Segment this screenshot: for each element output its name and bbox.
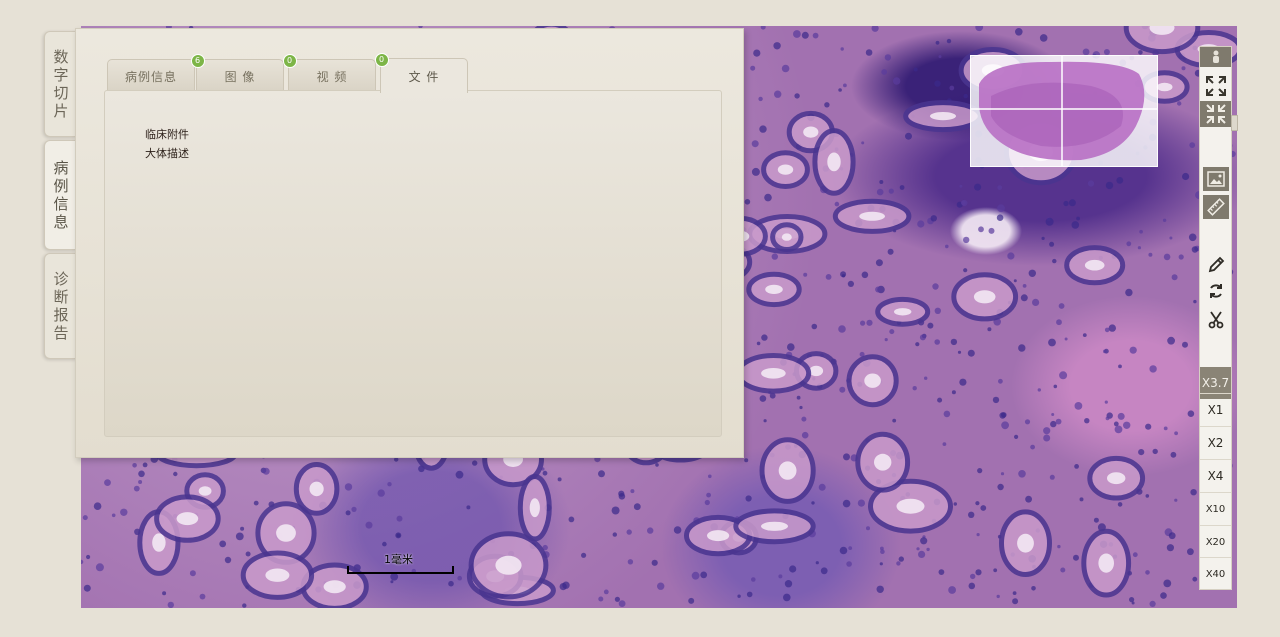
tab-files[interactable]: 0 文 件 (375, 53, 468, 93)
side-handle-icon[interactable] (1231, 115, 1238, 131)
tab-case-info-detail[interactable]: 病例信息 (107, 59, 195, 92)
ruler-icon[interactable] (1200, 194, 1231, 220)
files-content: 临床附件 大体描述 (104, 90, 722, 437)
tab-files-label: 文 件 (408, 69, 440, 84)
slide-thumbnail[interactable] (970, 55, 1158, 167)
tab-diagnosis-report[interactable]: 诊断报告 (44, 253, 77, 359)
viewer-toolbar: X3.7 X1 X2 X4 X10 X20 X40 (1199, 46, 1232, 590)
tab-case-info[interactable]: 病例信息 (44, 140, 77, 250)
zoom-x2-button[interactable]: X2 (1200, 426, 1231, 459)
file-gross-description[interactable]: 大体描述 (145, 145, 189, 161)
tab-videos[interactable]: 0 视 频 (283, 54, 376, 92)
scissors-icon[interactable] (1200, 307, 1231, 333)
case-info-panel: 病例信息 6 图 像 0 视 频 0 文 件 临床附件 大体描述 (75, 28, 744, 458)
collapse-icon[interactable] (1200, 101, 1231, 127)
tab-digital-slide[interactable]: 数字切片 (44, 31, 77, 137)
tab-case-info-label: 病例信息 (53, 159, 69, 231)
zoom-x40-button[interactable]: X40 (1200, 557, 1231, 590)
tab-images-label: 图 像 (224, 69, 256, 84)
zoom-x10-button[interactable]: X10 (1200, 492, 1231, 525)
zoom-x4-button[interactable]: X4 (1200, 459, 1231, 492)
zoom-x20-button[interactable]: X20 (1200, 525, 1231, 558)
person-icon[interactable] (1200, 47, 1231, 67)
zoom-x1-button[interactable]: X1 (1200, 393, 1231, 426)
images-count-badge: 6 (191, 54, 205, 68)
tab-diagnosis-report-label: 诊断报告 (53, 270, 69, 342)
files-count-badge: 0 (375, 53, 389, 67)
tab-digital-slide-label: 数字切片 (53, 48, 69, 120)
expand-icon[interactable] (1200, 73, 1231, 99)
file-clinical-attachment[interactable]: 临床附件 (145, 126, 189, 142)
scale-label: 1毫米 (384, 553, 413, 566)
tab-case-info-detail-label: 病例信息 (124, 69, 177, 84)
videos-count-badge: 0 (283, 54, 297, 68)
scale-bar (347, 566, 454, 574)
rotate-icon[interactable] (1200, 279, 1231, 303)
pencil-icon[interactable] (1200, 253, 1231, 277)
image-icon[interactable] (1200, 166, 1231, 192)
tab-videos-label: 视 频 (316, 69, 348, 84)
tab-images[interactable]: 6 图 像 (191, 54, 284, 92)
